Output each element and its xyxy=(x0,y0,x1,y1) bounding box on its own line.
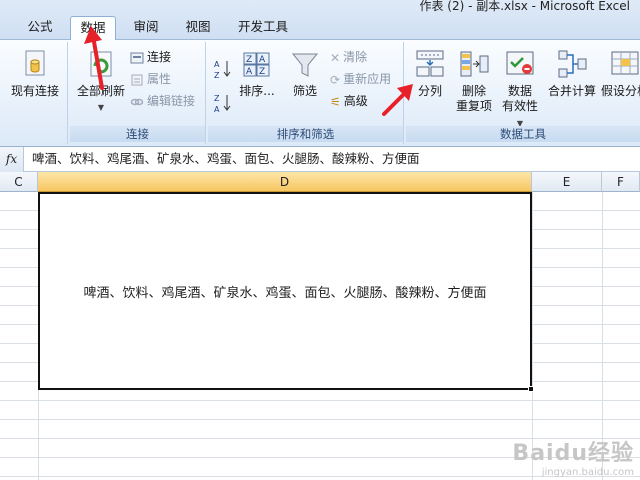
connections-icon xyxy=(130,52,144,63)
clear-button[interactable]: ✕ 清除 xyxy=(330,47,367,67)
svg-text:A: A xyxy=(214,60,220,69)
annotation-arrow-data-tab xyxy=(84,26,104,90)
consolidate-icon xyxy=(558,50,587,78)
consolidate-label: 合并计算 xyxy=(547,84,596,98)
connections-button[interactable]: 连接 xyxy=(130,47,171,67)
svg-text:Z: Z xyxy=(214,71,220,80)
existing-connections-button[interactable]: 现有连接 xyxy=(4,48,66,99)
selected-cell-d[interactable]: 啤酒、饮料、鸡尾酒、矿泉水、鸡蛋、面包、火腿肠、酸辣粉、方便面 xyxy=(38,192,532,390)
svg-text:A: A xyxy=(246,67,253,77)
annotation-arrow-text-to-columns xyxy=(382,84,413,116)
what-if-analysis-label: 假设分析 xyxy=(600,84,640,98)
remove-duplicates-label-line1: 删除 xyxy=(461,84,486,98)
window-title: 作表 (2) - 副本.xlsx - Microsoft Excel xyxy=(419,0,630,13)
remove-duplicates-icon xyxy=(460,51,489,77)
svg-text:Z: Z xyxy=(259,67,265,77)
properties-button[interactable]: 属性 xyxy=(130,69,171,89)
chevron-down-icon: ▼ xyxy=(97,103,105,112)
connections-label: 连接 xyxy=(147,50,172,64)
filter-funnel-icon xyxy=(291,53,319,77)
edit-links-label: 编辑链接 xyxy=(147,94,196,108)
data-validation-label-line2: 有效性 xyxy=(501,99,538,113)
data-validation-button[interactable]: 数据 有效性 ▼ xyxy=(498,48,542,131)
properties-label: 属性 xyxy=(147,72,172,86)
group-sort-filter: AZ ZA Z A A Z 排序... 筛选 ✕ 清除 ⟳ 重新应用 ⚟ 高级 … xyxy=(208,42,404,144)
text-to-columns-label: 分列 xyxy=(417,84,442,98)
column-header-e[interactable]: E xyxy=(532,172,602,192)
fill-handle[interactable] xyxy=(528,386,534,392)
group-get-external-data: 现有连接 xyxy=(0,42,68,144)
filter-button[interactable]: 筛选 xyxy=(284,50,326,99)
tab-review[interactable]: 审阅 xyxy=(124,16,168,40)
svg-text:A: A xyxy=(214,105,220,114)
watermark: Baidu经验 jingyan.baidu.com xyxy=(512,435,634,478)
edit-links-button[interactable]: 编辑链接 xyxy=(130,91,195,111)
svg-text:Z: Z xyxy=(214,94,220,103)
sort-button[interactable]: Z A A Z 排序... xyxy=(234,50,280,99)
link-icon xyxy=(130,98,144,105)
column-header-c[interactable]: C xyxy=(0,172,38,192)
existing-connections-label: 现有连接 xyxy=(10,84,59,98)
what-if-analysis-button[interactable]: 假设分析 xyxy=(600,48,640,99)
advanced-label: 高级 xyxy=(343,94,368,108)
sort-label: 排序... xyxy=(239,84,275,98)
group-label-sort-filter: 排序和筛选 xyxy=(208,126,403,142)
what-if-analysis-icon xyxy=(611,51,639,75)
advanced-filter-icon: ⚟ xyxy=(330,94,341,109)
sort-ascending-button[interactable]: AZ xyxy=(214,58,232,80)
group-data-tools: 分列 删除 重复项 数据 有效性 ▼ 合并计算 假设分 数据工具 xyxy=(406,42,640,144)
cell-value: 啤酒、饮料、鸡尾酒、矿泉水、鸡蛋、面包、火腿肠、酸辣粉、方便面 xyxy=(83,285,487,301)
insert-function-button[interactable]: fx xyxy=(0,147,24,172)
group-label-connections: 连接 xyxy=(70,126,205,142)
properties-icon xyxy=(131,74,143,85)
svg-text:A: A xyxy=(259,55,266,65)
clear-label: 清除 xyxy=(343,50,368,64)
watermark-url: jingyan.baidu.com xyxy=(541,467,634,478)
column-header-d[interactable]: D xyxy=(38,172,532,192)
existing-connections-icon xyxy=(25,50,45,76)
consolidate-button[interactable]: 合并计算 xyxy=(544,48,600,99)
group-label-data-tools: 数据工具 xyxy=(406,126,640,142)
remove-duplicates-button[interactable]: 删除 重复项 xyxy=(452,48,496,114)
clear-filter-icon: ✕ xyxy=(330,50,341,65)
sort-az-icon: AZ xyxy=(214,60,231,80)
watermark-logo-text: Baidu经验 xyxy=(512,441,634,466)
column-header-f[interactable]: F xyxy=(602,172,640,192)
tab-formulas[interactable]: 公式 xyxy=(18,16,62,40)
formula-input[interactable]: 啤酒、饮料、鸡尾酒、矿泉水、鸡蛋、面包、火腿肠、酸辣粉、方便面 xyxy=(32,147,420,172)
reapply-icon: ⟳ xyxy=(330,72,341,87)
data-validation-icon xyxy=(506,51,534,75)
tab-view[interactable]: 视图 xyxy=(176,16,220,40)
sort-descending-button[interactable]: ZA xyxy=(214,92,232,114)
advanced-button[interactable]: ⚟ 高级 xyxy=(330,91,368,111)
tab-developer[interactable]: 开发工具 xyxy=(230,16,296,40)
formula-bar: fx 啤酒、饮料、鸡尾酒、矿泉水、鸡蛋、面包、火腿肠、酸辣粉、方便面 xyxy=(0,147,640,172)
remove-duplicates-label-line2: 重复项 xyxy=(455,99,492,113)
svg-text:Z: Z xyxy=(246,55,252,65)
filter-label: 筛选 xyxy=(292,84,317,98)
sort-za-icon: ZA xyxy=(214,94,231,114)
data-validation-label-line1: 数据 xyxy=(507,84,532,98)
sort-dialog-icon: Z A A Z xyxy=(243,52,270,77)
text-to-columns-icon xyxy=(416,50,444,77)
